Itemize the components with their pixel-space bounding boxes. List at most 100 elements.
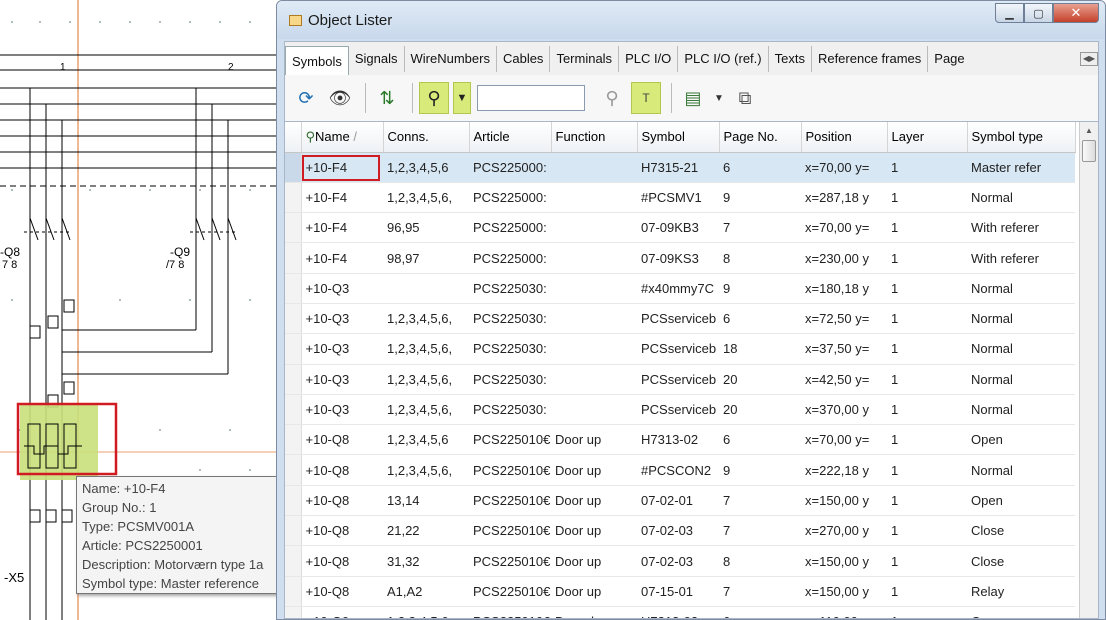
- close-button[interactable]: ✕: [1053, 3, 1099, 23]
- tab-signals[interactable]: Signals: [349, 45, 405, 72]
- cell-article[interactable]: PCS225030:: [469, 273, 551, 304]
- cell-conns[interactable]: 31,32: [383, 545, 469, 577]
- cell-name[interactable]: +10-F4: [301, 152, 383, 183]
- cell-function[interactable]: [551, 273, 637, 304]
- tab-pages[interactable]: Page: [928, 46, 970, 72]
- column-header-symbol[interactable]: Symbol: [637, 122, 720, 153]
- window-titlebar[interactable]: Object Lister ▁ ▢ ✕: [277, 1, 1105, 39]
- search-input[interactable]: [477, 85, 585, 111]
- table-row[interactable]: +10-Q91,2,3,4,5,6PCS225010€Door downH731…: [285, 606, 1075, 618]
- cell-conns[interactable]: 1,2,3,4,5,6,: [383, 394, 469, 426]
- dropdown-icon[interactable]: ▼: [453, 82, 471, 114]
- cell-conns[interactable]: 1,2,3,4,5,6,: [383, 364, 469, 395]
- cell-page-no[interactable]: 8: [719, 242, 801, 274]
- cell-article[interactable]: PCS225010€: [469, 545, 551, 577]
- cell-conns[interactable]: 96,95: [383, 212, 469, 244]
- cell-name[interactable]: +10-F4: [301, 182, 383, 214]
- cell-conns[interactable]: 1,2,3,4,5,6,: [383, 454, 469, 486]
- cell-position[interactable]: x=70,00 y=: [801, 424, 887, 456]
- cell-layer[interactable]: 1: [887, 333, 967, 365]
- cell-function[interactable]: [551, 333, 637, 365]
- cell-page-no[interactable]: 8: [719, 545, 801, 577]
- row-selector[interactable]: [285, 303, 302, 335]
- cell-symbol-type[interactable]: Close: [967, 515, 1075, 547]
- cell-page-no[interactable]: 9: [719, 454, 801, 486]
- cell-position[interactable]: x=230,00 y: [801, 242, 887, 274]
- cell-page-no[interactable]: 6: [719, 606, 801, 618]
- cell-symbol[interactable]: PCSserviceb: [637, 333, 719, 365]
- find-icon[interactable]: ⚲: [419, 82, 449, 114]
- cell-symbol-type[interactable]: With referer: [967, 212, 1075, 244]
- cell-article[interactable]: PCS225010€: [469, 485, 551, 517]
- row-selector[interactable]: [285, 606, 302, 618]
- tab-scroll-arrows[interactable]: ◀▶: [1080, 51, 1098, 66]
- cell-symbol[interactable]: 07-09KS3: [637, 242, 719, 274]
- cell-function[interactable]: Door up: [551, 545, 637, 577]
- export-dropdown-icon[interactable]: ▼: [712, 82, 726, 114]
- table-row[interactable]: +10-Q8 1,2,3,4,5,6 PCS225010€ Door up H7313-…: [285, 424, 1075, 456]
- cell-layer[interactable]: 1: [887, 182, 967, 214]
- find-next-icon[interactable]: ⚲: [597, 82, 627, 114]
- table-row[interactable]: +10-Q8 1,2,3,4,5,6, PCS225010€ Door up #PCSC…: [285, 454, 1075, 486]
- cell-symbol[interactable]: H7313-02: [637, 606, 719, 618]
- cell-symbol[interactable]: #PCSCON2: [637, 454, 719, 486]
- row-selector[interactable]: [285, 364, 302, 395]
- cell-layer[interactable]: 1: [887, 454, 967, 486]
- cell-function[interactable]: [551, 364, 637, 395]
- cell-page-no[interactable]: 6: [719, 424, 801, 456]
- cell-position[interactable]: x=110,00 y: [801, 606, 887, 618]
- cell-article[interactable]: PCS225010€: [469, 454, 551, 486]
- row-selector[interactable]: [285, 394, 302, 426]
- filter-icon[interactable]: ⇅: [372, 82, 402, 114]
- cell-article[interactable]: PCS225030:: [469, 303, 551, 335]
- table-row[interactable]: +10-F4 1,2,3,4,5,6, PCS225000: #PCSMV1 9 x=28…: [285, 182, 1075, 214]
- cell-position[interactable]: x=70,00 y=: [801, 212, 887, 244]
- cell-symbol-type[interactable]: Normal: [967, 333, 1075, 365]
- cell-layer[interactable]: 1: [887, 606, 967, 618]
- cell-position[interactable]: x=150,00 y: [801, 545, 887, 577]
- cell-article[interactable]: PCS225000:: [469, 152, 551, 183]
- tab-terminals[interactable]: Terminals: [550, 45, 620, 72]
- cell-article[interactable]: PCS225000:: [469, 212, 551, 244]
- cell-name[interactable]: +10-Q3: [301, 394, 383, 426]
- column-header-symbol-type[interactable]: Symbol type: [967, 122, 1076, 153]
- cell-layer[interactable]: 1: [887, 242, 967, 274]
- table-row[interactable]: +10-Q8 31,32 PCS225010€ Door up 07-02-03 8 x=1…: [285, 545, 1075, 577]
- cell-function[interactable]: [551, 394, 637, 426]
- maximize-button[interactable]: ▢: [1024, 3, 1053, 23]
- column-header-name[interactable]: ⚲Name /: [301, 122, 384, 153]
- cell-position[interactable]: x=72,50 y=: [801, 303, 887, 335]
- cell-name[interactable]: +10-Q8: [301, 485, 383, 517]
- cell-conns[interactable]: 1,2,3,4,5,6: [383, 606, 469, 618]
- table-row[interactable]: +10-Q3 1,2,3,4,5,6, PCS225030: PCSserviceb 6…: [285, 303, 1075, 335]
- cell-article[interactable]: PCS225010€: [469, 424, 551, 456]
- cell-name[interactable]: +10-Q9: [301, 606, 383, 618]
- cell-article[interactable]: PCS225030:: [469, 333, 551, 365]
- row-selector[interactable]: [285, 515, 302, 547]
- cell-name[interactable]: +10-Q3: [301, 303, 383, 335]
- cell-name[interactable]: +10-Q8: [301, 454, 383, 486]
- table-row[interactable]: +10-F4 96,95 PCS225000: 07-09KB3 7 x=70,00 y=…: [285, 212, 1075, 244]
- export-icon[interactable]: ▤: [678, 82, 708, 114]
- cell-function[interactable]: Door up: [551, 515, 637, 547]
- cell-symbol[interactable]: #PCSMV1: [637, 182, 719, 214]
- cell-symbol-type[interactable]: Master refer: [967, 152, 1075, 183]
- column-header-page-no[interactable]: Page No.: [719, 122, 802, 153]
- scrollbar-thumb[interactable]: [1082, 140, 1096, 162]
- cell-name[interactable]: +10-Q8: [301, 576, 383, 607]
- cell-name[interactable]: +10-Q3: [301, 364, 383, 395]
- table-row[interactable]: +10-Q3 PCS225030: #x40mmy7C 9 x=180,18 y 1 Nor…: [285, 273, 1075, 304]
- cell-page-no[interactable]: 7: [719, 485, 801, 517]
- cell-article[interactable]: PCS225010€: [469, 606, 551, 618]
- scroll-up-icon[interactable]: ▲: [1080, 122, 1098, 140]
- cell-page-no[interactable]: 6: [719, 152, 801, 183]
- cell-page-no[interactable]: 9: [719, 182, 801, 214]
- row-selector[interactable]: [285, 424, 302, 456]
- table-row[interactable]: +10-Q8 13,14 PCS225010€ Door up 07-02-01 7 x=1…: [285, 485, 1075, 517]
- table-row[interactable]: +10-Q8 A1,A2 PCS225010€ Door up 07-15-01 7 x=1…: [285, 576, 1075, 607]
- cell-symbol-type[interactable]: Normal: [967, 182, 1075, 214]
- row-selector[interactable]: [285, 212, 302, 244]
- cell-layer[interactable]: 1: [887, 394, 967, 426]
- cell-symbol-type[interactable]: Open: [967, 606, 1075, 618]
- column-header-position[interactable]: Position: [801, 122, 888, 153]
